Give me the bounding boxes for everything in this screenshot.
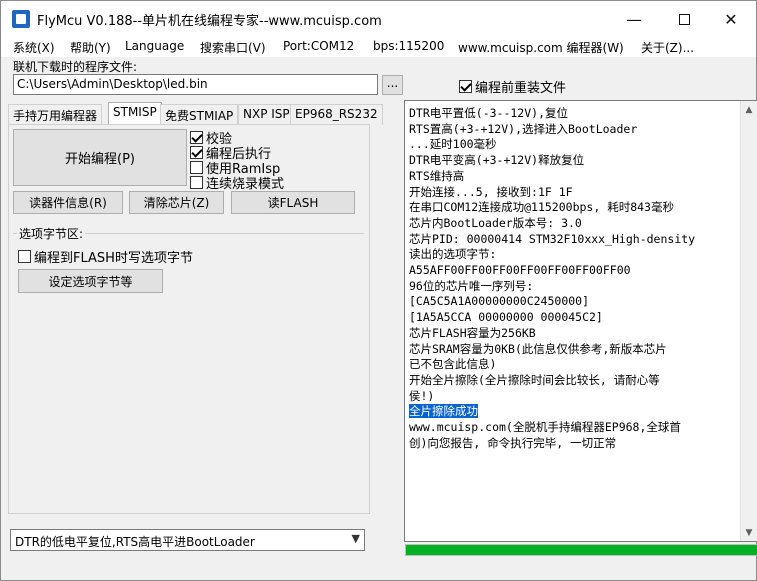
log-line: RTS维持高: [409, 169, 739, 185]
close-button[interactable]: ✕: [708, 1, 754, 37]
log-line: DTR电平变高(+3-+12V)释放复位: [409, 153, 739, 169]
app-window: FlyMcu V0.188--单片机在线编程专家--www.mcuisp.com…: [0, 0, 757, 581]
log-line: 创)向您报告, 命令执行完毕, 一切正常: [409, 436, 739, 452]
log-line: 已不包含此信息): [409, 357, 739, 373]
scroll-down-icon[interactable]: ▼: [741, 524, 757, 541]
minimize-button[interactable]: —: [611, 1, 657, 37]
log-line: 开始连接...5, 接收到:1F 1F: [409, 185, 739, 201]
log-line-text: 读出的选项字节:: [409, 247, 497, 262]
file-path-input[interactable]: C:\Users\Admin\Desktop\led.bin: [13, 74, 378, 95]
file-label: 联机下载时的程序文件:: [13, 60, 138, 74]
log-line: DTR电平置低(-3--12V),复位: [409, 106, 739, 122]
maximize-button[interactable]: [661, 1, 707, 37]
log-line-text: ...延时100毫秒: [409, 137, 497, 152]
log-line-text: [CA5C5A1A00000000C2450000]: [409, 294, 590, 309]
log-output[interactable]: DTR电平置低(-3--12V),复位 RTS置高(+3-+12V),选择进入Bo…: [404, 100, 757, 542]
log-line: 全片擦除成功: [409, 404, 739, 420]
log-line-text: 全片擦除成功: [409, 404, 478, 419]
read-flash-button[interactable]: 读FLASH: [231, 191, 355, 214]
tab-ep968-rs232[interactable]: EP968_RS232: [290, 104, 383, 125]
log-scrollbar[interactable]: ▲ ▼: [740, 101, 757, 541]
reload-checkbox[interactable]: [459, 80, 472, 93]
log-line-text: DTR电平变高(+3-+12V)释放复位: [409, 153, 585, 168]
reset-mode-select[interactable]: DTR的低电平复位,RTS高电平进BootLoader ▼: [10, 529, 365, 551]
log-line: 芯片PID: 00000414 STM32F10xxx_High-density: [409, 232, 739, 248]
log-line: 96位的芯片唯一序列号:: [409, 279, 739, 295]
read-device-info-button[interactable]: 读器件信息(R): [13, 191, 123, 214]
log-line: www.mcuisp.com(全脱机手持编程器EP968,全球首: [409, 420, 739, 436]
log-line: 在串口COM12连接成功@115200bps, 耗时843毫秒: [409, 200, 739, 216]
log-line-text: 在串口COM12连接成功@115200bps, 耗时843毫秒: [409, 200, 674, 215]
tab-stmisp[interactable]: STMISP: [108, 102, 162, 126]
log-line: 读出的选项字节:: [409, 247, 739, 263]
tab-free-stmiap[interactable]: 免费STMIAP: [160, 104, 239, 125]
log-line: [1A5A5CCA 00000000 000045C2]: [409, 310, 739, 326]
log-line-text: A55AFF00FF00FF00FF00FF00FF00FF00: [409, 263, 631, 278]
menu-about[interactable]: 关于(Z)...: [641, 39, 694, 56]
continuous-mode-option[interactable]: 连续烧录模式: [190, 173, 284, 192]
chevron-down-icon[interactable]: ▼: [352, 532, 360, 545]
log-line-text: 创)向您报告, 命令执行完毕, 一切正常: [409, 435, 617, 450]
log-line: 芯片内BootLoader版本号: 3.0: [409, 216, 739, 232]
reload-label: 编程前重装文件: [475, 81, 567, 96]
log-line-text: www.mcuisp.com(全脱机手持编程器EP968,全球首: [409, 420, 681, 435]
menu-search-port[interactable]: 搜索串口(V): [200, 39, 266, 56]
reload-before-program-option[interactable]: 编程前重装文件: [459, 77, 566, 96]
log-line-text: 芯片PID: 00000414 STM32F10xxx_High-density: [409, 231, 696, 246]
log-line-text: 侯!): [409, 388, 435, 403]
scroll-up-icon[interactable]: ▲: [741, 101, 757, 118]
write-option-bytes-label: 编程到FLASH时写选项字节: [34, 251, 193, 266]
log-line: 芯片SRAM容量为0KB(此信息仅供参考,新版本芯片: [409, 342, 739, 358]
set-option-bytes-button[interactable]: 设定选项字节等: [18, 269, 163, 293]
log-line-text: [1A5A5CCA 00000000 000045C2]: [409, 310, 603, 325]
menu-help[interactable]: 帮助(Y): [70, 39, 111, 56]
log-line: 开始全片擦除(全片擦除时间会比较长, 请耐心等: [409, 373, 739, 389]
log-line: RTS置高(+3-+12V),选择进入BootLoader: [409, 122, 739, 138]
title-bar[interactable]: FlyMcu V0.188--单片机在线编程专家--www.mcuisp.com…: [1, 1, 756, 37]
menu-port[interactable]: Port:COM12: [283, 39, 354, 53]
start-program-button[interactable]: 开始编程(P): [13, 129, 187, 186]
window-title: FlyMcu V0.188--单片机在线编程专家--www.mcuisp.com: [37, 14, 382, 29]
reset-mode-value: DTR的低电平复位,RTS高电平进BootLoader: [15, 535, 255, 549]
option-bytes-group-title: 选项字节区:: [17, 225, 86, 242]
log-line: A55AFF00FF00FF00FF00FF00FF00FF00: [409, 263, 739, 279]
log-line-text: 芯片FLASH容量为256KB: [409, 325, 536, 340]
write-option-bytes-option[interactable]: 编程到FLASH时写选项字节: [18, 247, 193, 266]
log-line-text: DTR电平置低(-3--12V),复位: [409, 106, 569, 120]
browse-button[interactable]: ...: [382, 75, 403, 95]
log-line-text: 已不包含此信息): [409, 357, 497, 372]
menu-language[interactable]: Language: [125, 39, 184, 53]
write-option-bytes-checkbox[interactable]: [18, 250, 31, 263]
log-line-text: 开始连接...5, 接收到:1F 1F: [409, 184, 573, 199]
log-line: ...延时100毫秒: [409, 137, 739, 153]
log-line-text: RTS置高(+3-+12V),选择进入BootLoader: [409, 121, 638, 136]
log-line-text: 开始全片擦除(全片擦除时间会比较长, 请耐心等: [409, 372, 660, 387]
log-line-text: 芯片内BootLoader版本号: 3.0: [409, 215, 582, 230]
tab-handheld-programmer[interactable]: 手持万用编程器: [8, 104, 103, 125]
continuous-mode-label: 连续烧录模式: [206, 177, 285, 192]
menu-bps[interactable]: bps:115200: [373, 39, 444, 53]
progress-fill: [406, 545, 757, 555]
progress-bar: [405, 544, 757, 556]
app-logo-icon: [12, 10, 30, 28]
log-lines: DTR电平置低(-3--12V),复位 RTS置高(+3-+12V),选择进入Bo…: [409, 106, 739, 451]
erase-chip-button[interactable]: 清除芯片(Z): [129, 191, 224, 214]
log-line: [CA5C5A1A00000000C2450000]: [409, 294, 739, 310]
log-line-text: 芯片SRAM容量为0KB(此信息仅供参考,新版本芯片: [409, 341, 667, 356]
log-line-text: 96位的芯片唯一序列号:: [409, 278, 534, 293]
tab-nxp-isp[interactable]: NXP ISP: [238, 104, 295, 125]
log-line-text: RTS维持高: [409, 168, 465, 183]
menu-programmer[interactable]: www.mcuisp.com 编程器(W): [458, 39, 624, 56]
menu-bar: 系统(X) 帮助(Y) Language 搜索串口(V) Port:COM12 …: [1, 37, 756, 57]
continuous-mode-checkbox[interactable]: [190, 176, 203, 189]
menu-system[interactable]: 系统(X): [13, 39, 55, 56]
log-line: 芯片FLASH容量为256KB: [409, 326, 739, 342]
maximize-icon: [678, 13, 690, 25]
log-line: 侯!): [409, 389, 739, 405]
